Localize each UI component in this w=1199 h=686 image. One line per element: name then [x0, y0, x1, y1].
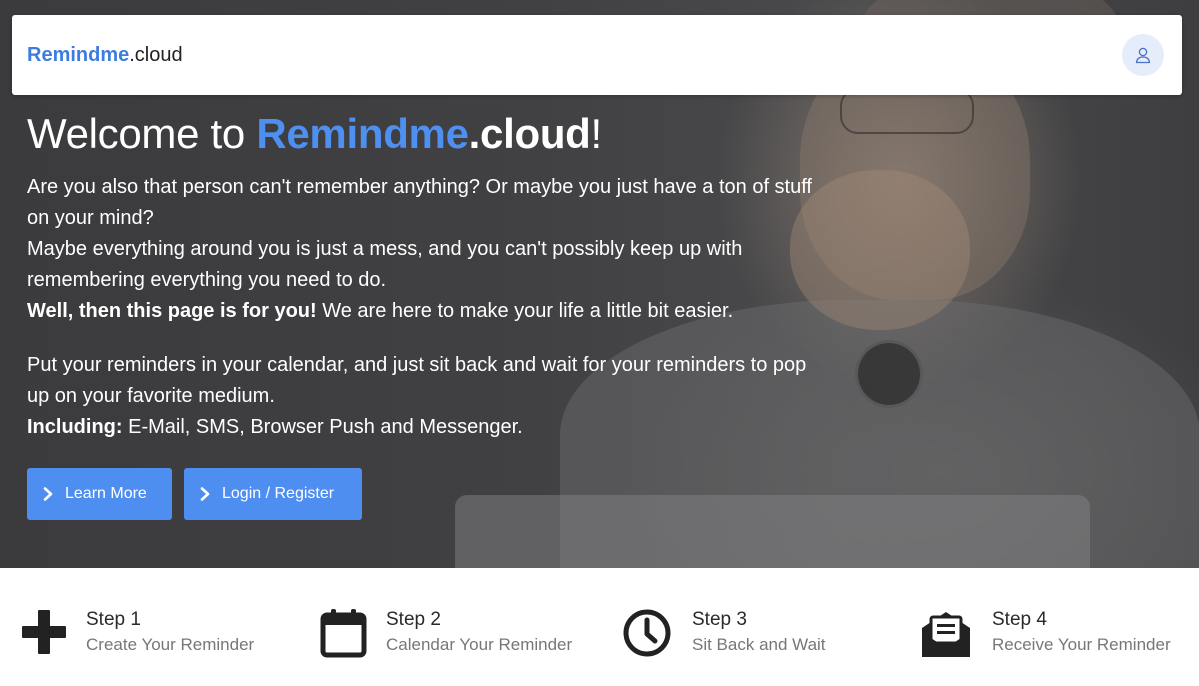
background-photo-laptop	[455, 495, 1090, 568]
plus-icon	[20, 608, 70, 658]
brand-logo[interactable]: Remindme.cloud	[27, 44, 183, 67]
hero-calendar-paragraph: Put your reminders in your calendar, and…	[27, 350, 817, 443]
step-4-subtitle: Receive Your Reminder	[992, 635, 1171, 654]
user-avatar-button[interactable]	[1122, 34, 1164, 76]
intro-rest-text: We are here to make your life a little b…	[316, 300, 734, 322]
brand-secondary: .cloud	[129, 44, 183, 66]
intro-bold-text: Well, then this page is for you!	[27, 300, 317, 322]
step-1-title: Step 1	[86, 609, 141, 630]
including-text: E-Mail, SMS, Browser Push and Messenger.	[122, 416, 523, 438]
step-1-subtitle: Create Your Reminder	[86, 635, 255, 654]
calendar-icon	[320, 608, 370, 658]
chevron-right-icon	[43, 487, 53, 501]
intro-line-2: Maybe everything around you is just a me…	[27, 238, 743, 291]
background-photo-watch	[855, 340, 923, 408]
background-photo-hand	[790, 170, 970, 330]
calendar-line: Put your reminders in your calendar, and…	[27, 354, 807, 407]
learn-more-label: Learn More	[65, 485, 147, 502]
hero-title-end: !	[590, 110, 603, 157]
login-register-label: Login / Register	[222, 485, 335, 502]
hero-intro-paragraph: Are you also that person can't remember …	[27, 172, 817, 327]
hero-title-brand-suffix: .cloud	[468, 110, 591, 157]
user-icon	[1134, 46, 1152, 64]
step-2-subtitle: Calendar Your Reminder	[386, 635, 573, 654]
intro-line-1: Are you also that person can't remember …	[27, 176, 812, 229]
step-2-title: Step 2	[386, 609, 441, 630]
envelope-open-icon	[920, 608, 970, 658]
including-label: Including:	[27, 416, 123, 438]
steps-section: Step 1 Create Your Reminder Step 2 Calen…	[0, 568, 1199, 686]
chevron-right-icon	[200, 487, 210, 501]
brand-primary: Remindme	[27, 44, 130, 66]
step-3-title: Step 3	[692, 609, 747, 630]
learn-more-button[interactable]: Learn More	[27, 468, 172, 520]
login-register-button[interactable]: Login / Register	[184, 468, 362, 520]
hero-title-brand: Remindme	[256, 110, 469, 157]
top-navbar: Remindme.cloud	[12, 15, 1182, 95]
hero-title: Welcome to Remindme.cloud!	[27, 110, 602, 158]
clock-icon	[622, 608, 672, 658]
hero-title-prefix: Welcome to	[27, 110, 257, 157]
step-4-title: Step 4	[992, 609, 1047, 630]
step-3-subtitle: Sit Back and Wait	[692, 635, 826, 654]
